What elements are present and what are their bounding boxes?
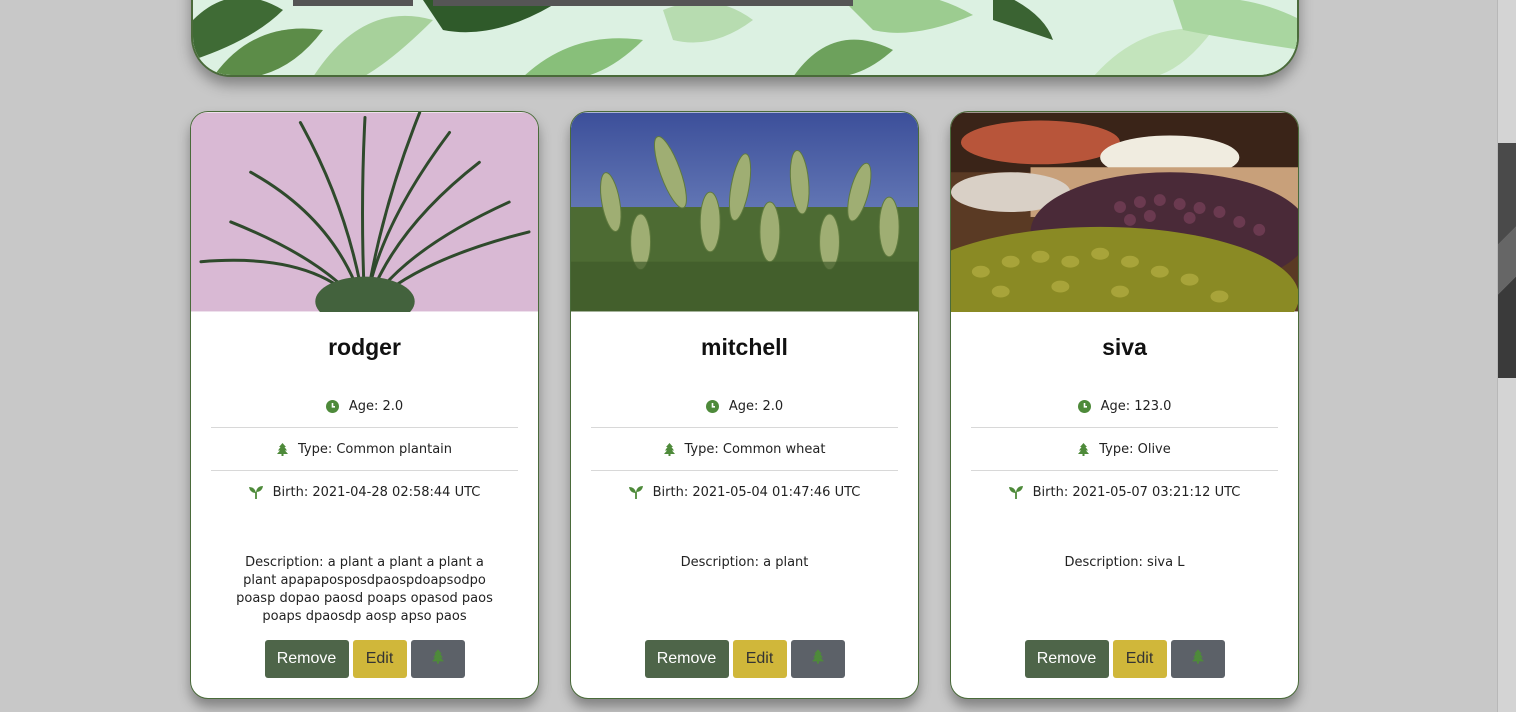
seedling-icon — [628, 486, 643, 499]
type-row: Type: Common wheat — [591, 428, 898, 471]
plant-name: mitchell — [701, 334, 788, 360]
tree-button[interactable] — [1170, 640, 1225, 678]
plant-name: siva — [1102, 334, 1147, 360]
type-text: Type: Olive — [1099, 441, 1171, 457]
seedling-icon — [1008, 486, 1023, 499]
plant-info-list: Age: 2.0 Type: Common plantain Birth: 20… — [211, 385, 518, 514]
tree-icon — [1191, 649, 1204, 669]
birth-text: Birth: 2021-05-07 03:21:12 UTC — [1032, 485, 1241, 500]
clock-icon — [1077, 399, 1091, 413]
age-row: Age: 2.0 — [211, 385, 518, 428]
birth-row: Birth: 2021-05-07 03:21:12 UTC — [971, 471, 1278, 514]
plant-image — [951, 112, 1298, 312]
plant-info-list: Age: 123.0 Type: Olive Birth: 2021-05-07… — [971, 385, 1278, 514]
type-row: Type: Common plantain — [211, 428, 518, 471]
age-row: Age: 123.0 — [971, 385, 1278, 428]
plant-description: Description: siva L — [1064, 555, 1185, 570]
type-text: Type: Common wheat — [684, 441, 826, 457]
age-text: Age: 123.0 — [1100, 398, 1172, 414]
edit-button[interactable]: Edit — [1112, 640, 1167, 678]
card-actions: Remove Edit — [191, 640, 538, 678]
birth-row: Birth: 2021-04-28 02:58:44 UTC — [211, 471, 518, 514]
birth-row: Birth: 2021-05-04 01:47:46 UTC — [591, 471, 898, 514]
tree-icon — [811, 649, 824, 669]
plant-card: rodger Age: 2.0 Type: Common plantain Bi… — [190, 111, 539, 699]
age-text: Age: 2.0 — [348, 398, 404, 414]
tree-icon — [663, 442, 675, 456]
age-text: Age: 2.0 — [728, 398, 784, 414]
tree-icon — [276, 442, 288, 456]
plant-image — [571, 112, 918, 312]
scrollbar-thumb[interactable] — [1498, 143, 1516, 378]
plant-name: rodger — [328, 334, 401, 360]
clock-icon — [705, 399, 719, 413]
remove-button[interactable]: Remove — [644, 640, 729, 678]
clock-icon — [325, 399, 339, 413]
plant-card: siva Age: 123.0 Type: Olive Birth: 2021-… — [950, 111, 1299, 699]
remove-button[interactable]: Remove — [1024, 640, 1109, 678]
tree-button[interactable] — [410, 640, 465, 678]
plant-info-list: Age: 2.0 Type: Common wheat Birth: 2021-… — [591, 385, 898, 514]
plant-description: Description: a plant a plant a plant a p… — [236, 555, 493, 624]
birth-text: Birth: 2021-04-28 02:58:44 UTC — [272, 485, 481, 500]
tree-icon — [431, 649, 444, 669]
seedling-icon — [248, 486, 263, 499]
type-row: Type: Olive — [971, 428, 1278, 471]
edit-button[interactable]: Edit — [732, 640, 787, 678]
type-text: Type: Common plantain — [297, 441, 453, 457]
remove-button[interactable]: Remove — [264, 640, 349, 678]
birth-text: Birth: 2021-05-04 01:47:46 UTC — [652, 485, 861, 500]
age-row: Age: 2.0 — [591, 385, 898, 428]
edit-button[interactable]: Edit — [352, 640, 407, 678]
card-actions: Remove Edit — [951, 640, 1298, 678]
plant-description: Description: a plant — [680, 555, 809, 570]
card-actions: Remove Edit — [571, 640, 918, 678]
tree-button[interactable] — [790, 640, 845, 678]
hero-banner — [191, 0, 1299, 77]
plant-card: mitchell Age: 2.0 Type: Common wheat Bir… — [570, 111, 919, 699]
tree-icon — [1078, 442, 1090, 456]
plant-image — [191, 112, 538, 312]
